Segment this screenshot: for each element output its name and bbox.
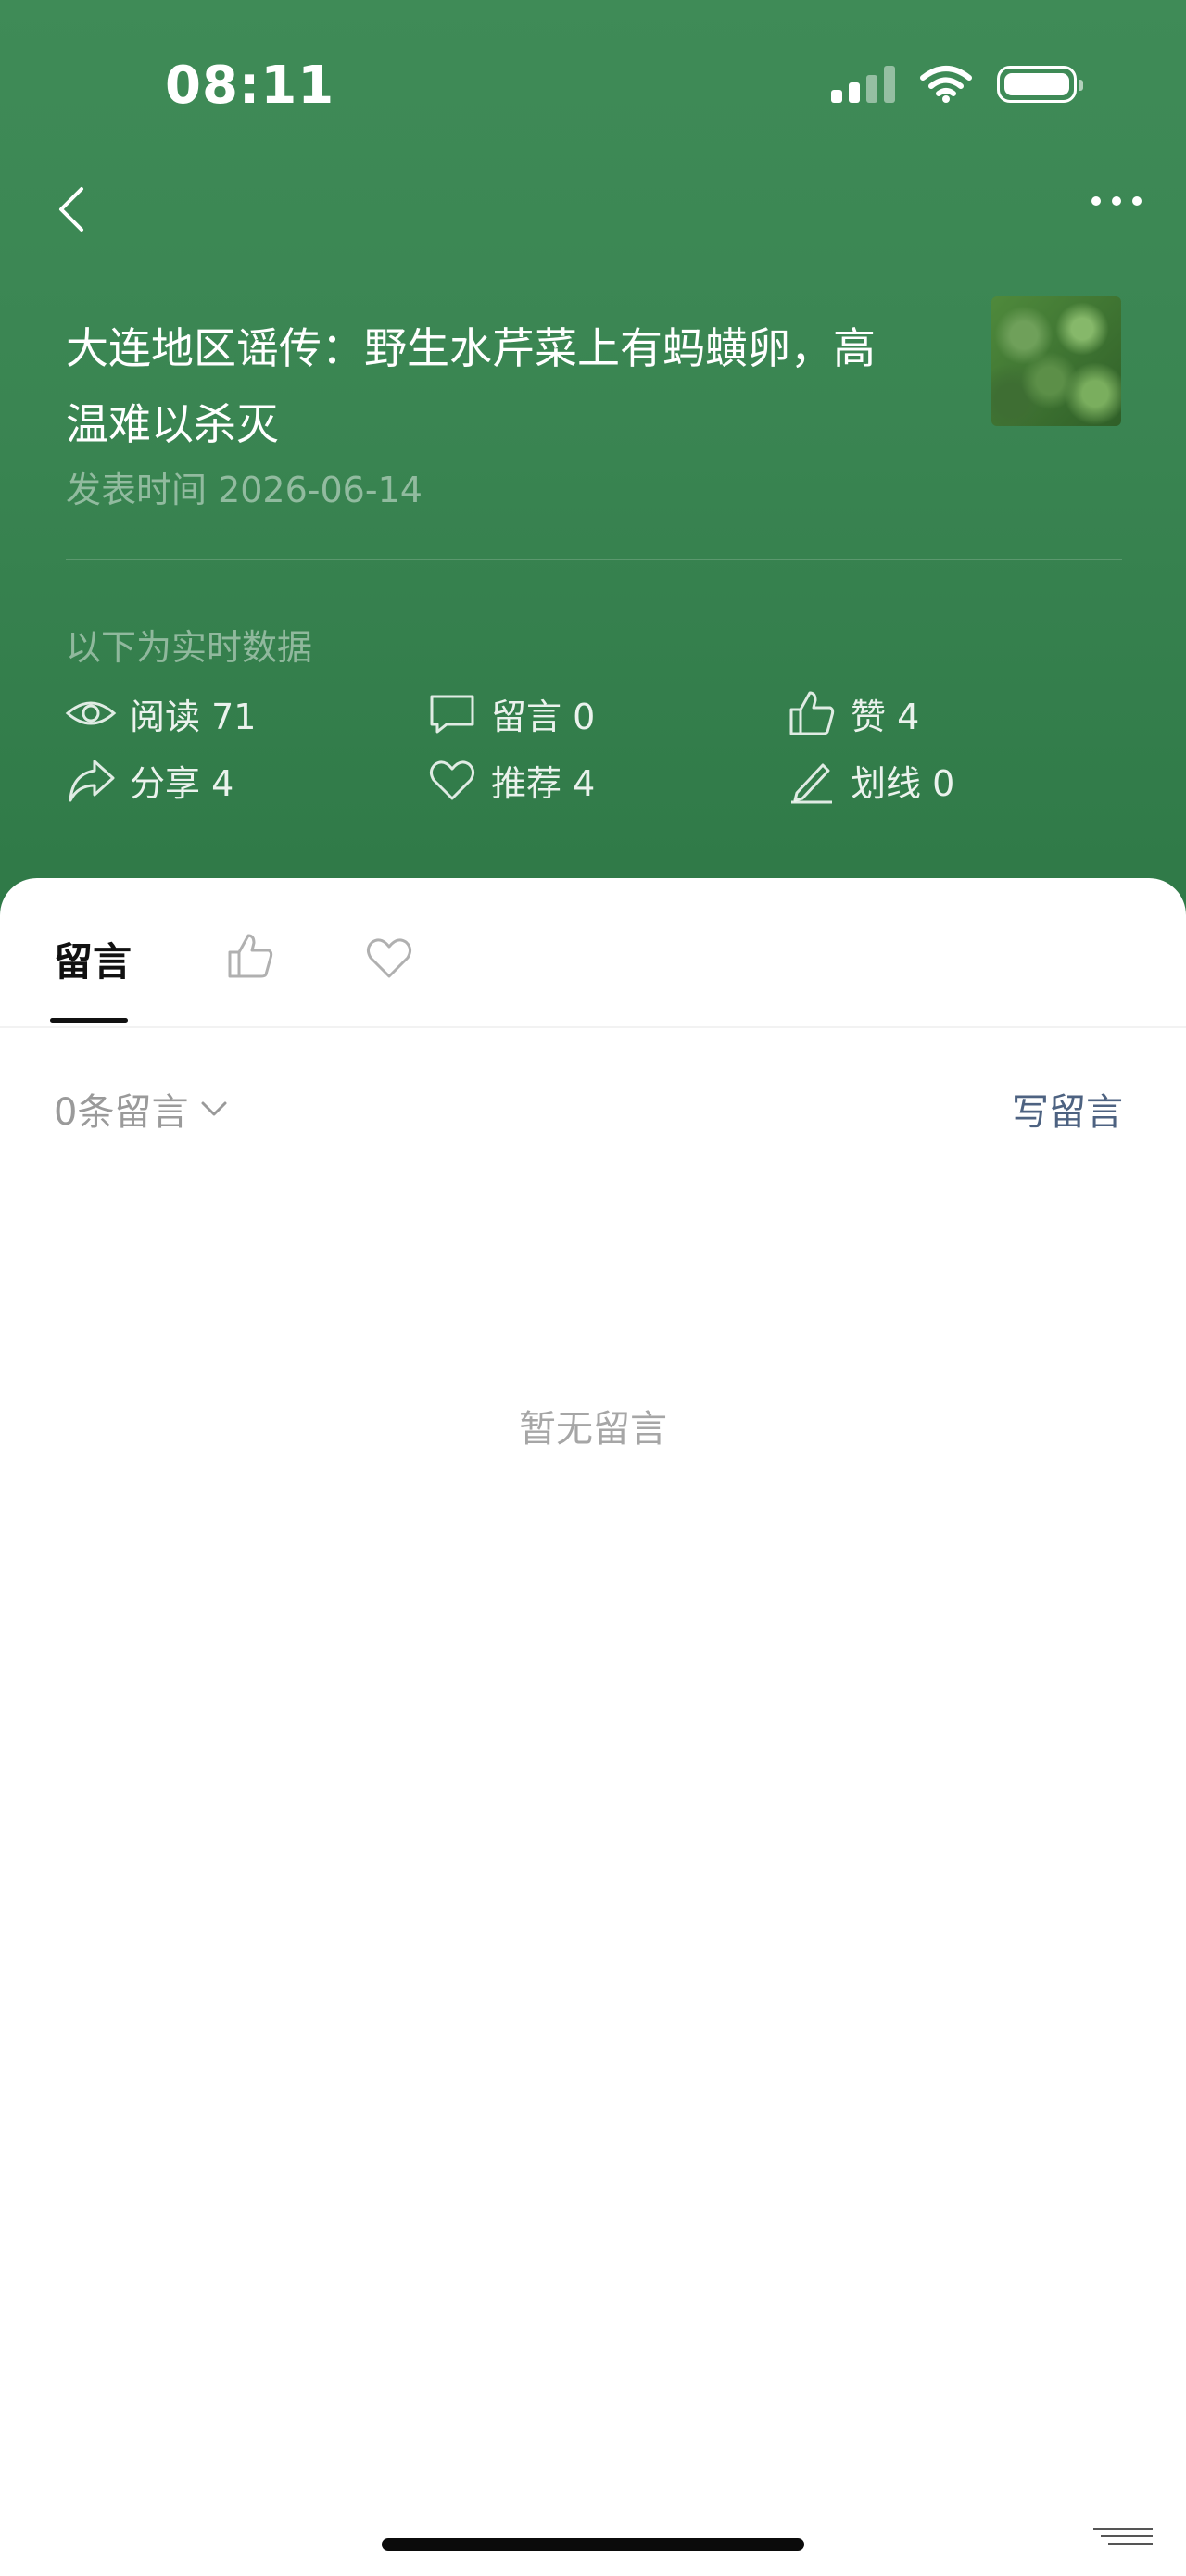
article-title[interactable]: 大连地区谣传：野生水芹菜上有蚂蟥卵，高温难以杀灭 xyxy=(66,310,909,462)
tabs-divider xyxy=(0,1026,1186,1028)
stat-recommends: 推荐 4 xyxy=(426,754,595,806)
comment-count-label: 0条留言 xyxy=(54,1091,189,1134)
home-indicator[interactable] xyxy=(382,2538,804,2551)
more-button[interactable] xyxy=(1091,196,1142,206)
tab-recommends-heart-icon[interactable] xyxy=(361,930,417,986)
stat-underlines: 划线 0 xyxy=(786,754,954,806)
underlines-text: 划线 0 xyxy=(851,762,955,804)
pen-icon xyxy=(791,763,832,804)
chevron-down-icon xyxy=(201,1101,227,1116)
publish-time: 发表时间 2026-06-14 xyxy=(66,470,423,510)
status-time: 08:11 xyxy=(165,56,335,116)
write-comment-button[interactable]: 写留言 xyxy=(1012,1082,1123,1136)
reads-text: 阅读 71 xyxy=(130,696,257,737)
heart-icon xyxy=(429,760,475,800)
back-button[interactable] xyxy=(46,182,102,237)
thumbs-up-icon xyxy=(789,691,835,735)
shares-text: 分享 4 xyxy=(130,762,234,804)
no-comments-text: 暂无留言 xyxy=(519,1408,667,1451)
cellular-signal-icon xyxy=(831,66,895,103)
comment-count-dropdown[interactable]: 0条留言 xyxy=(54,1082,231,1136)
more-dot xyxy=(1091,196,1101,206)
tab-active-indicator xyxy=(50,1018,128,1023)
realtime-data-label: 以下为实时数据 xyxy=(66,627,313,668)
eye-icon xyxy=(65,701,117,725)
comments-text: 留言 0 xyxy=(491,696,596,737)
more-dot xyxy=(1132,196,1142,206)
tab-likes-thumbs-up-icon[interactable] xyxy=(222,928,278,984)
stat-comments: 留言 0 xyxy=(426,687,595,739)
likes-text: 赞 4 xyxy=(851,696,920,737)
share-icon xyxy=(69,760,115,802)
article-thumbnail[interactable] xyxy=(991,296,1121,426)
stat-reads: 阅读 71 xyxy=(65,687,256,739)
comment-bubble-icon xyxy=(430,695,474,734)
status-icons xyxy=(831,65,1083,104)
stat-shares: 分享 4 xyxy=(65,754,233,806)
wifi-icon xyxy=(920,66,972,103)
divider xyxy=(66,559,1122,560)
stat-likes: 赞 4 xyxy=(786,687,919,739)
battery-icon xyxy=(997,66,1083,103)
recommends-text: 推荐 4 xyxy=(491,762,596,804)
more-dot xyxy=(1112,196,1121,206)
tab-comments[interactable]: 留言 xyxy=(54,931,132,987)
menu-lines-icon xyxy=(1093,2528,1153,2545)
